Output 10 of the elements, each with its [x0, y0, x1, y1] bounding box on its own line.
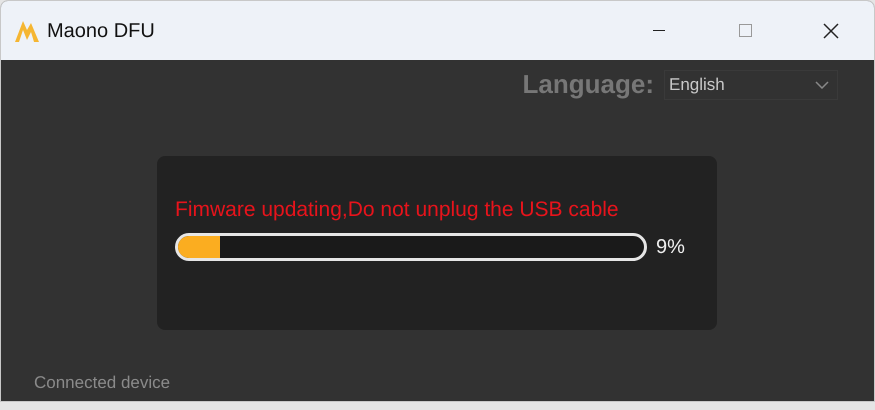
chevron-down-icon	[815, 80, 829, 88]
maximize-icon	[738, 24, 752, 37]
language-label: Language:	[522, 68, 654, 101]
window-title: Maono DFU	[47, 18, 155, 44]
progress-percent: 9%	[656, 234, 685, 260]
close-icon	[823, 22, 839, 38]
status-text: Connected device	[34, 372, 172, 394]
update-message: Fimware updating,Do not unplug the USB cable	[175, 197, 620, 223]
minimize-icon	[653, 30, 665, 31]
language-dropdown[interactable]: English	[664, 70, 838, 100]
